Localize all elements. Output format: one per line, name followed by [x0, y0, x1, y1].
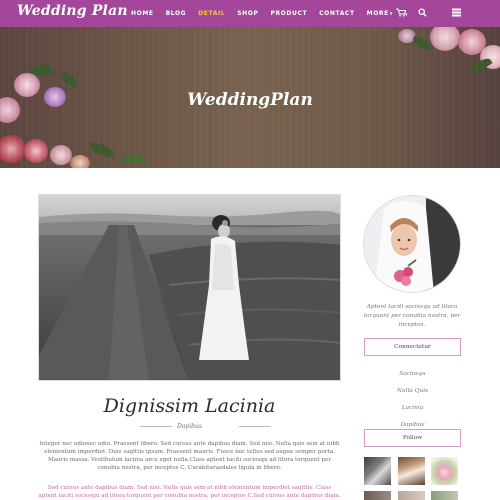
- flower-decoration: [70, 155, 90, 168]
- post-body-text-secondary: Sed cursus ante dapibus diam. Sed nisi. …: [38, 485, 341, 499]
- search-icon[interactable]: [418, 8, 427, 20]
- sidebar-link-sociosqu[interactable]: Sociosqu: [364, 366, 461, 382]
- menu-item-more[interactable]: MORE▾: [367, 10, 393, 17]
- top-navbar: Wedding Plan HOME BLOG DETAIL SHOP PRODU…: [0, 0, 500, 27]
- follow-thumbnail[interactable]: [364, 491, 391, 500]
- follow-thumbnail[interactable]: [431, 457, 458, 485]
- leaf-decoration: [28, 61, 54, 81]
- menu-item-detail[interactable]: DETAIL: [198, 10, 225, 17]
- flower-decoration: [24, 139, 48, 163]
- follow-thumbnail[interactable]: [431, 491, 458, 500]
- post-title: Dignissim Lacinia: [103, 395, 276, 417]
- post-main-image: [38, 194, 341, 381]
- connect-button[interactable]: Connectetur: [364, 338, 461, 356]
- leaf-decoration: [411, 35, 433, 52]
- follow-thumbnail[interactable]: [398, 491, 425, 500]
- flower-decoration: [398, 29, 416, 43]
- flower-decoration: [50, 145, 72, 165]
- flower-decoration: [430, 27, 460, 51]
- menu-item-more-label: MORE: [366, 10, 389, 17]
- menu-icon[interactable]: [452, 8, 461, 20]
- follow-button[interactable]: Follow: [364, 429, 461, 447]
- divider-right: [239, 426, 271, 427]
- post-body-text: Integer nec odionec odio. Praesent liber…: [39, 441, 340, 471]
- sidebar-link-lacinia[interactable]: Lacinia: [364, 400, 461, 416]
- menu-item-home[interactable]: HOME: [131, 10, 154, 17]
- flower-decoration: [480, 45, 500, 69]
- follow-thumbnail[interactable]: [364, 457, 391, 485]
- sidebar-links: Sociosqu Nulla Quis Lacinia Dapibus: [364, 366, 461, 433]
- menu-item-product[interactable]: PRODUCT: [270, 10, 307, 17]
- main-menu: HOME BLOG DETAIL SHOP PRODUCT CONTACT MO…: [131, 0, 405, 27]
- site-logo[interactable]: Wedding Plan: [17, 3, 128, 19]
- menu-item-blog[interactable]: BLOG: [166, 10, 187, 17]
- menu-item-shop[interactable]: SHOP: [237, 10, 258, 17]
- sidebar-about-text: Aptent taciti sociosqu ad litora torquen…: [363, 304, 461, 328]
- cart-caret-icon: ▾: [405, 12, 408, 18]
- hero-title: WeddingPlan: [187, 90, 313, 110]
- hero-banner: WeddingPlan: [0, 27, 500, 168]
- author-avatar: [363, 195, 461, 293]
- menu-item-contact[interactable]: CONTACT: [319, 10, 355, 17]
- leaf-decoration: [89, 142, 115, 158]
- follow-thumbnail[interactable]: [398, 457, 425, 485]
- post-subtitle: Dapibus: [177, 423, 202, 430]
- sidebar-link-nulla-quis[interactable]: Nulla Quis: [364, 383, 461, 399]
- chevron-down-icon: ▾: [389, 11, 393, 17]
- leaf-decoration: [469, 55, 493, 76]
- flower-decoration: [0, 135, 26, 163]
- leaf-decoration: [119, 152, 147, 167]
- leaf-decoration: [58, 71, 80, 88]
- flower-decoration: [458, 29, 486, 55]
